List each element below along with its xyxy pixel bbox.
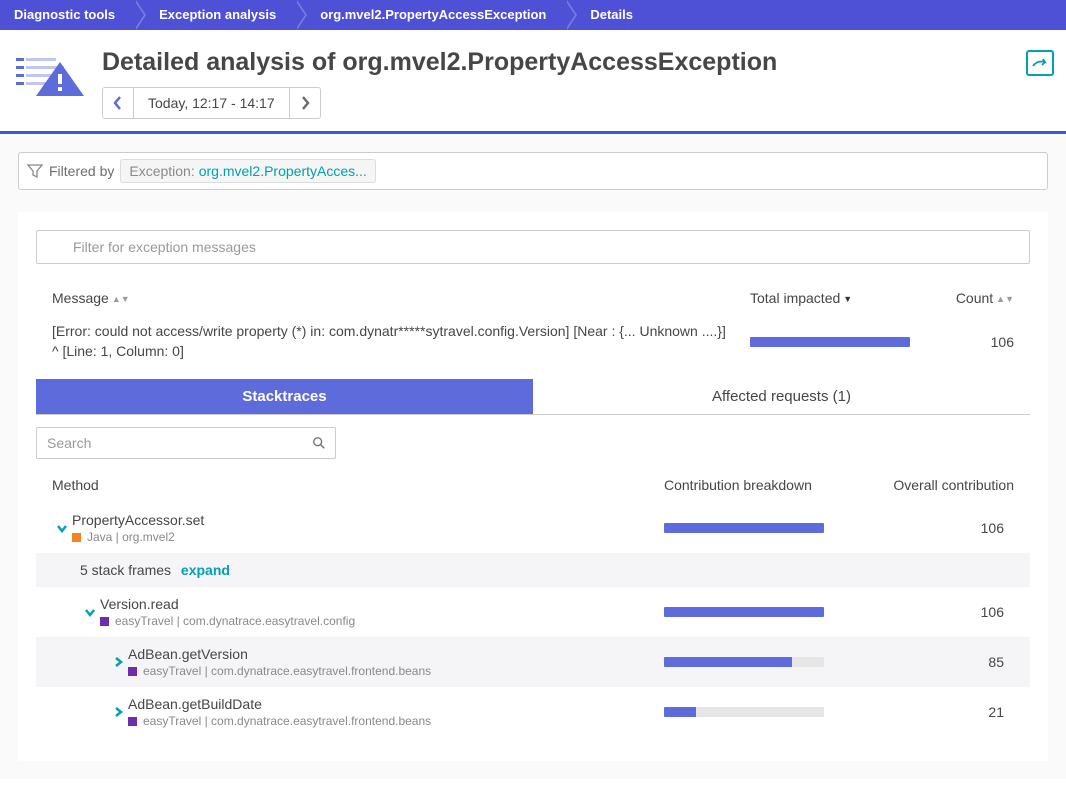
message-table-header: Message▲▼ Total impacted ▼ Count▲▼	[36, 282, 1030, 314]
contribution-count: 106	[864, 520, 1014, 536]
col-overall: Overall contribution	[864, 477, 1014, 493]
expand-toggle[interactable]	[52, 521, 72, 535]
breadcrumb-item-3[interactable]: Details	[566, 0, 653, 30]
contribution-bar	[664, 607, 824, 617]
funnel-icon	[27, 163, 43, 179]
method-meta: easyTravel | com.dynatrace.easytravel.co…	[100, 614, 664, 628]
expand-link[interactable]: expand	[181, 562, 230, 578]
contribution-bar	[664, 523, 824, 533]
main-panel: Message▲▼ Total impacted ▼ Count▲▼ [Erro…	[18, 212, 1048, 761]
message-count: 106	[934, 334, 1014, 350]
col-impacted[interactable]: Total impacted ▼	[734, 290, 934, 306]
col-count[interactable]: Count▲▼	[934, 290, 1014, 306]
method-name: AdBean.getBuildDate	[128, 696, 664, 712]
time-range-selector: Today, 12:17 - 14:17	[102, 87, 321, 119]
tab-stacktraces[interactable]: Stacktraces	[36, 379, 533, 414]
filter-bar: Filtered by Exception: org.mvel2.Propert…	[18, 152, 1048, 190]
chevron-right-icon	[111, 705, 125, 719]
search-icon	[312, 436, 326, 450]
tab-affected-requests[interactable]: Affected requests (1)	[533, 379, 1030, 414]
contribution-count: 21	[864, 704, 1014, 720]
message-text: [Error: could not access/write property …	[52, 322, 734, 361]
method-meta: easyTravel | com.dynatrace.easytravel.fr…	[128, 664, 664, 678]
method-name: AdBean.getVersion	[128, 646, 664, 662]
impact-bar	[750, 337, 910, 347]
share-button[interactable]	[1026, 50, 1054, 76]
expand-toggle[interactable]	[108, 705, 128, 719]
trace-row[interactable]: AdBean.getVersion easyTravel | com.dynatr…	[36, 637, 1030, 687]
filter-pill-key: Exception:	[129, 163, 194, 179]
time-range-label[interactable]: Today, 12:17 - 14:17	[133, 88, 290, 118]
exception-icon	[14, 48, 88, 103]
method-meta: easyTravel | com.dynatrace.easytravel.fr…	[128, 714, 664, 728]
chevron-down-icon	[83, 605, 97, 619]
frames-label: 5 stack frames	[80, 562, 171, 578]
contribution-count: 106	[864, 604, 1014, 620]
col-method: Method	[52, 477, 664, 493]
tech-badge	[128, 717, 137, 726]
col-message[interactable]: Message▲▼	[52, 290, 734, 306]
trace-row[interactable]: 5 stack frames expand	[36, 553, 1030, 587]
share-icon	[1031, 56, 1049, 70]
tech-badge	[100, 617, 109, 626]
tech-badge	[72, 533, 81, 542]
page-title: Detailed analysis of org.mvel2.PropertyA…	[102, 48, 1026, 77]
chevron-down-icon	[55, 521, 69, 535]
page-header: Detailed analysis of org.mvel2.PropertyA…	[0, 30, 1066, 134]
breadcrumb-item-0[interactable]: Diagnostic tools	[0, 0, 135, 30]
time-next-button[interactable]	[290, 88, 320, 118]
col-breakdown: Contribution breakdown	[664, 477, 864, 493]
trace-row[interactable]: Version.read easyTravel | com.dynatrace.e…	[36, 587, 1030, 637]
message-row[interactable]: [Error: could not access/write property …	[36, 314, 1030, 369]
contribution-bar	[664, 657, 824, 667]
stacktrace-search-input[interactable]	[36, 427, 336, 459]
method-name: PropertyAccessor.set	[72, 512, 664, 528]
filter-pill-value: org.mvel2.PropertyAcces...	[199, 163, 367, 179]
filter-by-label: Filtered by	[49, 163, 114, 179]
method-name: Version.read	[100, 596, 664, 612]
message-filter-input[interactable]	[36, 230, 1030, 264]
tech-badge	[128, 667, 137, 676]
expand-toggle[interactable]	[80, 605, 100, 619]
breadcrumb-item-2[interactable]: org.mvel2.PropertyAccessException	[296, 0, 566, 30]
contribution-count: 85	[864, 654, 1014, 670]
trace-row[interactable]: AdBean.getBuildDate easyTravel | com.dyna…	[36, 687, 1030, 737]
method-meta: Java | org.mvel2	[72, 530, 664, 544]
chevron-right-icon	[111, 655, 125, 669]
chevron-right-icon	[300, 96, 310, 110]
breadcrumb: Diagnostic tools Exception analysis org.…	[0, 0, 1066, 30]
chevron-left-icon	[113, 96, 123, 110]
trace-table-header: Method Contribution breakdown Overall co…	[36, 459, 1030, 503]
breadcrumb-item-1[interactable]: Exception analysis	[135, 0, 296, 30]
expand-toggle[interactable]	[108, 655, 128, 669]
filter-pill[interactable]: Exception: org.mvel2.PropertyAcces...	[120, 159, 375, 183]
contribution-bar	[664, 707, 824, 717]
time-prev-button[interactable]	[103, 88, 133, 118]
detail-tabs: Stacktraces Affected requests (1)	[36, 379, 1030, 415]
trace-row[interactable]: PropertyAccessor.set Java | org.mvel2 106	[36, 503, 1030, 553]
